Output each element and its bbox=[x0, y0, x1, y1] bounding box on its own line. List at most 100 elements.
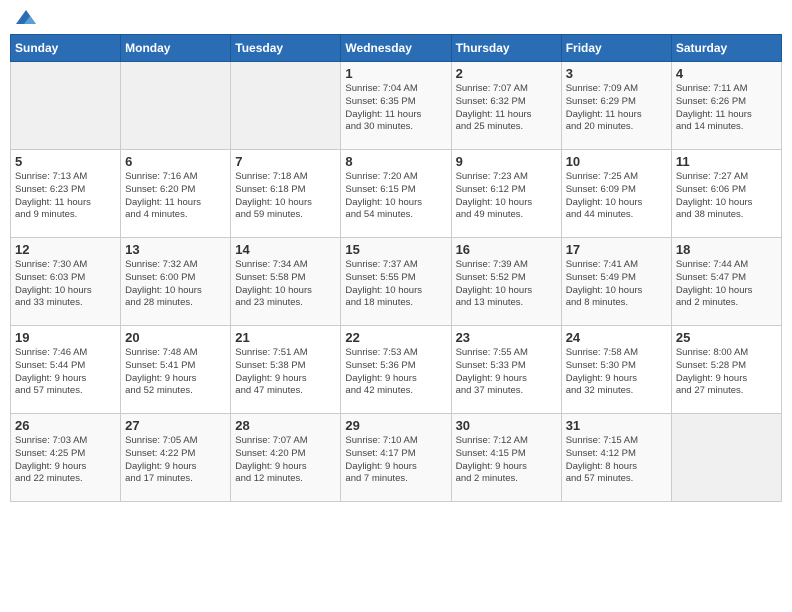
day-info: Sunrise: 7:10 AM Sunset: 4:17 PM Dayligh… bbox=[345, 435, 446, 486]
day-info: Sunrise: 7:18 AM Sunset: 6:18 PM Dayligh… bbox=[235, 171, 336, 222]
calendar-cell: 14 Sunrise: 7:34 AM Sunset: 5:58 PM Dayli… bbox=[231, 238, 341, 326]
day-number: 2 bbox=[456, 66, 557, 81]
calendar-cell: 26 Sunrise: 7:03 AM Sunset: 4:25 PM Dayli… bbox=[11, 414, 121, 502]
weekday-header-saturday: Saturday bbox=[671, 35, 781, 62]
day-info: Sunrise: 7:55 AM Sunset: 5:33 PM Dayligh… bbox=[456, 347, 557, 398]
calendar-cell: 12 Sunrise: 7:30 AM Sunset: 6:03 PM Dayli… bbox=[11, 238, 121, 326]
day-number: 28 bbox=[235, 418, 336, 433]
day-info: Sunrise: 7:05 AM Sunset: 4:22 PM Dayligh… bbox=[125, 435, 226, 486]
weekday-header-thursday: Thursday bbox=[451, 35, 561, 62]
calendar-cell: 1 Sunrise: 7:04 AM Sunset: 6:35 PM Daylig… bbox=[341, 62, 451, 150]
day-info: Sunrise: 7:13 AM Sunset: 6:23 PM Dayligh… bbox=[15, 171, 116, 222]
day-number: 11 bbox=[676, 154, 777, 169]
day-number: 12 bbox=[15, 242, 116, 257]
day-info: Sunrise: 7:30 AM Sunset: 6:03 PM Dayligh… bbox=[15, 259, 116, 310]
calendar-cell: 5 Sunrise: 7:13 AM Sunset: 6:23 PM Daylig… bbox=[11, 150, 121, 238]
day-info: Sunrise: 8:00 AM Sunset: 5:28 PM Dayligh… bbox=[676, 347, 777, 398]
day-info: Sunrise: 7:46 AM Sunset: 5:44 PM Dayligh… bbox=[15, 347, 116, 398]
calendar-cell bbox=[121, 62, 231, 150]
day-info: Sunrise: 7:20 AM Sunset: 6:15 PM Dayligh… bbox=[345, 171, 446, 222]
calendar-cell: 3Sunrise: 7:09 AM Sunset: 6:29 PM Daylig… bbox=[561, 62, 671, 150]
weekday-header-monday: Monday bbox=[121, 35, 231, 62]
day-info: Sunrise: 7:44 AM Sunset: 5:47 PM Dayligh… bbox=[676, 259, 777, 310]
day-info: Sunrise: 7:15 AM Sunset: 4:12 PM Dayligh… bbox=[566, 435, 667, 486]
calendar-week-4: 19 Sunrise: 7:46 AM Sunset: 5:44 PM Dayli… bbox=[11, 326, 782, 414]
calendar-week-1: 1 Sunrise: 7:04 AM Sunset: 6:35 PM Daylig… bbox=[11, 62, 782, 150]
day-info: Sunrise: 7:48 AM Sunset: 5:41 PM Dayligh… bbox=[125, 347, 226, 398]
day-number: 31 bbox=[566, 418, 667, 433]
weekday-header-friday: Friday bbox=[561, 35, 671, 62]
day-number: 1 bbox=[345, 66, 446, 81]
calendar-cell: 15 Sunrise: 7:37 AM Sunset: 5:55 PM Dayli… bbox=[341, 238, 451, 326]
calendar-cell: 21 Sunrise: 7:51 AM Sunset: 5:38 PM Dayli… bbox=[231, 326, 341, 414]
day-number: 15 bbox=[345, 242, 446, 257]
day-number: 27 bbox=[125, 418, 226, 433]
day-info: Sunrise: 7:39 AM Sunset: 5:52 PM Dayligh… bbox=[456, 259, 557, 310]
day-number: 13 bbox=[125, 242, 226, 257]
day-number: 10 bbox=[566, 154, 667, 169]
calendar-cell: 2 Sunrise: 7:07 AM Sunset: 6:32 PM Daylig… bbox=[451, 62, 561, 150]
day-number: 26 bbox=[15, 418, 116, 433]
day-number: 9 bbox=[456, 154, 557, 169]
calendar-cell: 18 Sunrise: 7:44 AM Sunset: 5:47 PM Dayli… bbox=[671, 238, 781, 326]
day-number: 19 bbox=[15, 330, 116, 345]
calendar-cell: 13Sunrise: 7:32 AM Sunset: 6:00 PM Dayli… bbox=[121, 238, 231, 326]
day-number: 17 bbox=[566, 242, 667, 257]
calendar-week-2: 5 Sunrise: 7:13 AM Sunset: 6:23 PM Daylig… bbox=[11, 150, 782, 238]
calendar-cell: 4Sunrise: 7:11 AM Sunset: 6:26 PM Daylig… bbox=[671, 62, 781, 150]
calendar-cell: 20Sunrise: 7:48 AM Sunset: 5:41 PM Dayli… bbox=[121, 326, 231, 414]
day-info: Sunrise: 7:37 AM Sunset: 5:55 PM Dayligh… bbox=[345, 259, 446, 310]
page-header bbox=[10, 10, 782, 26]
day-number: 16 bbox=[456, 242, 557, 257]
day-info: Sunrise: 7:34 AM Sunset: 5:58 PM Dayligh… bbox=[235, 259, 336, 310]
day-info: Sunrise: 7:07 AM Sunset: 6:32 PM Dayligh… bbox=[456, 83, 557, 134]
calendar-cell: 28 Sunrise: 7:07 AM Sunset: 4:20 PM Dayli… bbox=[231, 414, 341, 502]
day-info: Sunrise: 7:25 AM Sunset: 6:09 PM Dayligh… bbox=[566, 171, 667, 222]
calendar-cell bbox=[671, 414, 781, 502]
calendar-cell: 10 Sunrise: 7:25 AM Sunset: 6:09 PM Dayli… bbox=[561, 150, 671, 238]
calendar-cell: 27 Sunrise: 7:05 AM Sunset: 4:22 PM Dayli… bbox=[121, 414, 231, 502]
calendar-week-5: 26 Sunrise: 7:03 AM Sunset: 4:25 PM Dayli… bbox=[11, 414, 782, 502]
calendar-cell: 9 Sunrise: 7:23 AM Sunset: 6:12 PM Daylig… bbox=[451, 150, 561, 238]
day-number: 30 bbox=[456, 418, 557, 433]
calendar-cell: 31 Sunrise: 7:15 AM Sunset: 4:12 PM Dayli… bbox=[561, 414, 671, 502]
day-info: Sunrise: 7:23 AM Sunset: 6:12 PM Dayligh… bbox=[456, 171, 557, 222]
calendar-cell: 8 Sunrise: 7:20 AM Sunset: 6:15 PM Daylig… bbox=[341, 150, 451, 238]
day-number: 25 bbox=[676, 330, 777, 345]
calendar-cell: 23 Sunrise: 7:55 AM Sunset: 5:33 PM Dayli… bbox=[451, 326, 561, 414]
calendar-cell: 29Sunrise: 7:10 AM Sunset: 4:17 PM Dayli… bbox=[341, 414, 451, 502]
day-number: 24 bbox=[566, 330, 667, 345]
day-info: Sunrise: 7:11 AM Sunset: 6:26 PM Dayligh… bbox=[676, 83, 777, 134]
day-number: 22 bbox=[345, 330, 446, 345]
calendar-cell: 6Sunrise: 7:16 AM Sunset: 6:20 PM Daylig… bbox=[121, 150, 231, 238]
day-number: 23 bbox=[456, 330, 557, 345]
day-info: Sunrise: 7:41 AM Sunset: 5:49 PM Dayligh… bbox=[566, 259, 667, 310]
day-info: Sunrise: 7:07 AM Sunset: 4:20 PM Dayligh… bbox=[235, 435, 336, 486]
day-number: 6 bbox=[125, 154, 226, 169]
calendar-cell: 17 Sunrise: 7:41 AM Sunset: 5:49 PM Dayli… bbox=[561, 238, 671, 326]
day-info: Sunrise: 7:03 AM Sunset: 4:25 PM Dayligh… bbox=[15, 435, 116, 486]
day-info: Sunrise: 7:58 AM Sunset: 5:30 PM Dayligh… bbox=[566, 347, 667, 398]
day-number: 5 bbox=[15, 154, 116, 169]
day-info: Sunrise: 7:53 AM Sunset: 5:36 PM Dayligh… bbox=[345, 347, 446, 398]
calendar-cell: 7 Sunrise: 7:18 AM Sunset: 6:18 PM Daylig… bbox=[231, 150, 341, 238]
day-number: 8 bbox=[345, 154, 446, 169]
day-number: 14 bbox=[235, 242, 336, 257]
calendar-cell bbox=[231, 62, 341, 150]
calendar-cell: 16 Sunrise: 7:39 AM Sunset: 5:52 PM Dayli… bbox=[451, 238, 561, 326]
day-info: Sunrise: 7:04 AM Sunset: 6:35 PM Dayligh… bbox=[345, 83, 446, 134]
day-info: Sunrise: 7:09 AM Sunset: 6:29 PM Dayligh… bbox=[566, 83, 667, 134]
day-info: Sunrise: 7:27 AM Sunset: 6:06 PM Dayligh… bbox=[676, 171, 777, 222]
logo-icon bbox=[16, 10, 36, 26]
day-info: Sunrise: 7:12 AM Sunset: 4:15 PM Dayligh… bbox=[456, 435, 557, 486]
calendar-cell: 30 Sunrise: 7:12 AM Sunset: 4:15 PM Dayli… bbox=[451, 414, 561, 502]
calendar-cell bbox=[11, 62, 121, 150]
day-info: Sunrise: 7:51 AM Sunset: 5:38 PM Dayligh… bbox=[235, 347, 336, 398]
calendar-cell: 22 Sunrise: 7:53 AM Sunset: 5:36 PM Dayli… bbox=[341, 326, 451, 414]
weekday-header-sunday: Sunday bbox=[11, 35, 121, 62]
day-number: 7 bbox=[235, 154, 336, 169]
day-number: 21 bbox=[235, 330, 336, 345]
day-number: 18 bbox=[676, 242, 777, 257]
calendar-cell: 24 Sunrise: 7:58 AM Sunset: 5:30 PM Dayli… bbox=[561, 326, 671, 414]
weekday-header-row: SundayMondayTuesdayWednesdayThursdayFrid… bbox=[11, 35, 782, 62]
